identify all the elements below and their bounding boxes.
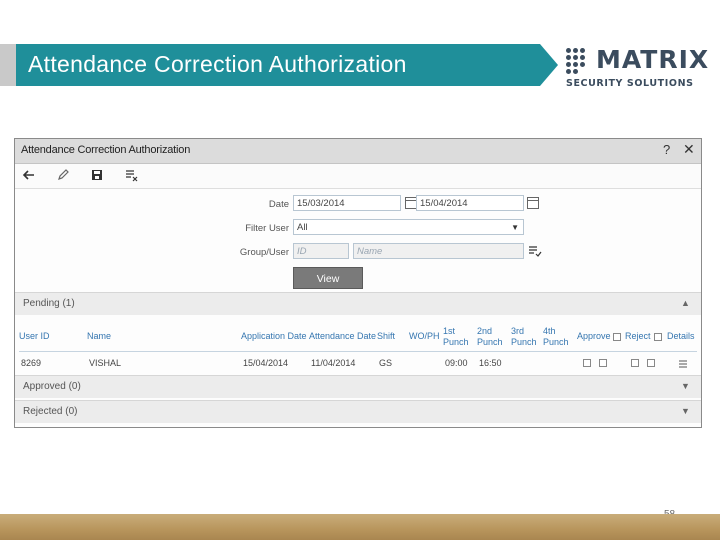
- col-punch-3[interactable]: 3rd Punch: [511, 322, 543, 352]
- logo-subtitle: SECURITY SOLUTIONS: [566, 78, 694, 89]
- logo-word: MATRIX: [596, 45, 710, 74]
- cell-user-id: 8269: [21, 358, 42, 368]
- cell-punch-1: 09:00: [445, 358, 468, 368]
- window-title: Attendance Correction Authorization: [21, 144, 191, 156]
- col-reject[interactable]: Reject: [625, 322, 667, 352]
- edit-pencil-icon[interactable]: [55, 168, 71, 184]
- cell-shift: GS: [379, 358, 393, 368]
- reject-secondary-checkbox[interactable]: [647, 359, 655, 367]
- filter-user-select[interactable]: All ▼: [293, 219, 524, 235]
- cell-punch-4: [545, 353, 577, 373]
- col-approve[interactable]: Approve: [577, 322, 625, 352]
- reject-checkbox[interactable]: [631, 359, 639, 367]
- col-punch-1[interactable]: 1st Punch: [443, 322, 477, 352]
- matrix-dots-logo-icon: [566, 48, 592, 74]
- calendar-to-icon[interactable]: [527, 197, 539, 209]
- col-details[interactable]: Details: [667, 322, 697, 352]
- col-wo-ph[interactable]: WO/PH: [409, 322, 443, 352]
- cell-punch-3: [513, 353, 543, 373]
- banner-arrow-tip: [540, 44, 558, 86]
- approve-checkbox[interactable]: [583, 359, 591, 367]
- toolbar: [15, 164, 701, 189]
- slide-title-banner: Attendance Correction Authorization: [0, 44, 560, 86]
- close-icon[interactable]: ✕: [683, 141, 695, 158]
- save-disk-icon[interactable]: [89, 168, 105, 184]
- cell-application-date: 15/04/2014: [243, 358, 289, 368]
- col-punch-2[interactable]: 2nd Punch: [477, 322, 511, 352]
- col-shift[interactable]: Shift: [377, 322, 409, 352]
- matrix-logo: MATRIX SECURITY SOLUTIONS: [566, 45, 708, 94]
- approved-title: Approved (0): [23, 381, 81, 392]
- footer-strip: [0, 514, 720, 540]
- chevron-up-icon: ▲: [681, 298, 690, 308]
- filter-user-label: Filter User: [245, 223, 289, 234]
- col-attendance-date[interactable]: Attendance Date: [309, 322, 377, 352]
- col-name[interactable]: Name: [87, 322, 241, 352]
- pending-section-header[interactable]: Pending (1) ▲: [15, 292, 701, 315]
- approve-all-checkbox[interactable]: [612, 332, 621, 341]
- help-icon[interactable]: ?: [663, 142, 670, 157]
- col-reject-label: Reject: [625, 331, 651, 341]
- date-label: Date: [268, 199, 289, 210]
- date-from-input[interactable]: 15/03/2014: [293, 195, 401, 211]
- select-list-icon[interactable]: [528, 244, 542, 258]
- filter-user-value: All: [297, 222, 308, 233]
- chevron-down-icon: ▼: [681, 381, 690, 391]
- col-punch-4[interactable]: 4th Punch: [543, 322, 577, 352]
- app-window: Attendance Correction Authorization ? ✕ …: [14, 138, 702, 428]
- slide-title: Attendance Correction Authorization: [28, 51, 407, 77]
- chevron-down-icon: ▼: [511, 223, 519, 232]
- window-titlebar: Attendance Correction Authorization ? ✕: [15, 139, 701, 164]
- col-application-date[interactable]: Application Date: [241, 322, 309, 352]
- rejected-section-header[interactable]: Rejected (0) ▼: [15, 400, 701, 423]
- group-user-label: Group/User: [239, 247, 289, 258]
- cell-attendance-date: 11/04/2014: [311, 358, 356, 368]
- date-to-input[interactable]: 15/04/2014: [416, 195, 524, 211]
- pending-grid: User ID Name Application Date Attendance…: [19, 322, 697, 376]
- col-user-id[interactable]: User ID: [19, 322, 87, 352]
- group-user-name-input[interactable]: Name: [353, 243, 524, 259]
- cell-wo-ph: [411, 353, 443, 373]
- cell-name: VISHAL: [89, 358, 122, 368]
- pending-title: Pending (1): [23, 298, 75, 309]
- reject-all-checkbox[interactable]: [653, 332, 662, 341]
- approved-section-header[interactable]: Approved (0) ▼: [15, 375, 701, 398]
- rejected-title: Rejected (0): [23, 406, 78, 417]
- chevron-down-icon: ▼: [681, 406, 690, 416]
- approve-secondary-checkbox[interactable]: [599, 359, 607, 367]
- group-user-id-input[interactable]: ID: [293, 243, 349, 259]
- details-icon[interactable]: [677, 357, 689, 369]
- view-button[interactable]: View: [293, 267, 363, 289]
- col-approve-label: Approve: [577, 331, 611, 341]
- banner-side-strip: [0, 44, 16, 86]
- clear-list-icon[interactable]: [123, 168, 139, 184]
- back-arrow-icon[interactable]: [21, 168, 37, 184]
- cell-punch-2: 16:50: [479, 358, 502, 368]
